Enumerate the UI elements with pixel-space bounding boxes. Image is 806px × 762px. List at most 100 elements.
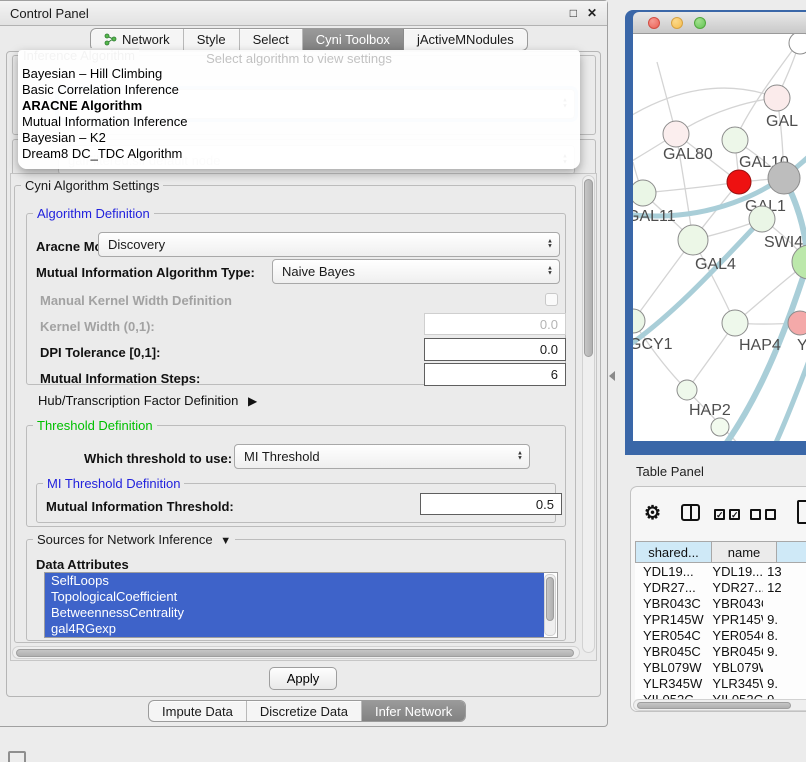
tab-impute-data[interactable]: Impute Data — [149, 701, 247, 721]
table-cell[interactable]: YPR145W — [635, 612, 704, 627]
table-cell[interactable]: YBL079W — [635, 660, 704, 675]
table-cell[interactable]: YIL052C — [704, 692, 763, 700]
table-cell[interactable]: 9. — [763, 676, 806, 691]
algorithm-option[interactable]: Mutual Information Inference — [18, 114, 580, 130]
algorithm-option[interactable]: Dream8 DC_TDC Algorithm — [18, 146, 580, 162]
table-cell[interactable]: YDR27... — [635, 580, 704, 595]
panel-collapse-arrow[interactable] — [609, 371, 615, 381]
column-header-name[interactable]: name — [712, 541, 777, 563]
scrollbar-thumb[interactable] — [546, 577, 554, 621]
table-cell[interactable]: 13 — [763, 564, 806, 579]
table-cell[interactable]: 8. — [763, 628, 806, 643]
network-node[interactable] — [764, 85, 790, 111]
tab-cyni-toolbox[interactable]: Cyni Toolbox — [303, 29, 404, 50]
table-cell[interactable]: 12 — [763, 580, 806, 595]
data-attribute-item[interactable]: TopologicalCoefficient — [45, 589, 544, 605]
tab-infer-network[interactable]: Infer Network — [362, 701, 465, 721]
table-cell[interactable]: YBR043C — [635, 596, 704, 611]
table-cell[interactable]: YDR27... — [704, 580, 763, 595]
network-node[interactable] — [722, 310, 748, 336]
table-cell[interactable]: YDL19... — [635, 564, 704, 579]
table-cell[interactable]: YLR345W — [704, 676, 763, 691]
select-all-check-icon[interactable]: ✓ — [714, 509, 725, 520]
column-layout-icon[interactable] — [681, 504, 700, 521]
table-cell[interactable]: YBR043C — [704, 596, 763, 611]
table-horizontal-scrollbar[interactable] — [633, 699, 806, 711]
column-header-cut[interactable] — [777, 541, 806, 563]
export-table-icon[interactable] — [797, 500, 806, 524]
kernel-width-input[interactable]: 0.0 — [424, 313, 566, 335]
table-row[interactable]: YDL19...YDL19...13 — [635, 563, 806, 579]
algorithm-option[interactable]: Basic Correlation Inference — [18, 82, 580, 98]
network-node[interactable] — [727, 170, 751, 194]
data-attribute-item[interactable]: SelfLoops — [45, 573, 544, 589]
close-window-button[interactable] — [648, 17, 660, 29]
aracne-mode-select[interactable]: Discovery ▲▼ — [98, 232, 560, 257]
data-attributes-list[interactable]: SelfLoopsTopologicalCoefficientBetweenne… — [44, 572, 558, 638]
dpi-tolerance-input[interactable]: 0.0 — [424, 338, 566, 361]
network-node[interactable] — [633, 309, 645, 333]
table-cell[interactable]: YBR045C — [635, 644, 704, 659]
deselect-all-icon[interactable] — [765, 509, 776, 520]
network-node[interactable] — [633, 180, 656, 206]
tab-jactivemnodules[interactable]: jActiveMNodules — [404, 29, 527, 50]
table-cell[interactable]: YER054C — [704, 628, 763, 643]
apply-button[interactable]: Apply — [269, 667, 337, 690]
network-node[interactable] — [677, 380, 697, 400]
settings-vertical-scrollbar[interactable] — [582, 175, 595, 653]
data-attribute-item[interactable]: BetweennessCentrality — [45, 605, 544, 621]
manual-kernel-checkbox[interactable] — [545, 293, 558, 306]
control-panel-titlebar[interactable]: Control Panel □ ✕ — [0, 1, 607, 26]
settings-horizontal-scrollbar[interactable] — [12, 646, 580, 659]
network-node[interactable] — [768, 162, 800, 194]
collapsed-panel-icon[interactable] — [8, 751, 26, 762]
tab-discretize-data[interactable]: Discretize Data — [247, 701, 362, 721]
network-node[interactable] — [678, 225, 708, 255]
network-window-titlebar[interactable] — [633, 12, 806, 34]
minimize-window-button[interactable] — [671, 17, 683, 29]
deselect-all-icon[interactable] — [750, 509, 761, 520]
table-cell[interactable]: 9. — [763, 612, 806, 627]
gear-icon[interactable]: ⚙ — [644, 502, 661, 525]
algorithm-option[interactable]: Bayesian – K2 — [18, 130, 580, 146]
sources-group-toggle[interactable]: Sources for Network Inference ▼ — [33, 532, 235, 547]
tab-style[interactable]: Style — [184, 29, 240, 50]
list-vertical-scrollbar[interactable] — [544, 574, 556, 636]
hub-section-toggle[interactable]: Hub/Transcription Factor Definition ▶ — [38, 393, 257, 408]
zoom-window-button[interactable] — [694, 17, 706, 29]
table-row[interactable]: YDR27...YDR27...12 — [635, 579, 806, 595]
table-cell[interactable]: 9. — [763, 644, 806, 659]
mi-threshold-input[interactable]: 0.5 — [420, 493, 562, 515]
network-node[interactable] — [711, 418, 729, 436]
table-cell[interactable]: 9. — [763, 692, 806, 700]
tab-select[interactable]: Select — [240, 29, 303, 50]
close-panel-icon[interactable]: ✕ — [587, 7, 597, 19]
scrollbar-thumb[interactable] — [584, 179, 593, 357]
network-node[interactable] — [722, 127, 748, 153]
table-cell[interactable]: YBL079W — [704, 660, 763, 675]
table-cell[interactable]: YDL19... — [704, 564, 763, 579]
data-attribute-item[interactable]: gal4RGexp — [45, 621, 544, 637]
table-row[interactable]: YBR043CYBR043C — [635, 595, 806, 611]
table-row[interactable]: YBL079WYBL079W — [635, 659, 806, 675]
network-node[interactable] — [663, 121, 689, 147]
float-panel-icon[interactable]: □ — [570, 7, 577, 19]
mi-steps-input[interactable]: 6 — [424, 363, 566, 386]
column-header-shared-name[interactable]: shared... — [635, 541, 712, 563]
table-row[interactable]: YPR145WYPR145W9. — [635, 611, 806, 627]
network-canvas[interactable]: GALGAL80GAL10GAL1GAL11SWI4GAL4GCY1HAP4YH… — [633, 34, 806, 441]
network-node[interactable] — [749, 206, 775, 232]
mi-algorithm-type-select[interactable]: Naive Bayes ▲▼ — [272, 259, 560, 284]
table-cell[interactable]: YIL052C — [635, 692, 704, 700]
table-row[interactable]: YIL052CYIL052C9. — [635, 691, 806, 699]
network-view-window[interactable]: GALGAL80GAL10GAL1GAL11SWI4GAL4GCY1HAP4YH… — [625, 10, 806, 455]
algorithm-option[interactable]: ARACNE Algorithm — [18, 98, 580, 114]
table-cell[interactable]: YBR045C — [704, 644, 763, 659]
scrollbar-thumb[interactable] — [637, 702, 791, 709]
table-cell[interactable]: YPR145W — [704, 612, 763, 627]
tab-network[interactable]: Network — [91, 29, 184, 50]
table-row[interactable]: YBR045CYBR045C9. — [635, 643, 806, 659]
which-threshold-select[interactable]: MI Threshold ▲▼ — [234, 444, 530, 469]
select-all-check-icon[interactable]: ✓ — [729, 509, 740, 520]
table-cell[interactable]: YER054C — [635, 628, 704, 643]
